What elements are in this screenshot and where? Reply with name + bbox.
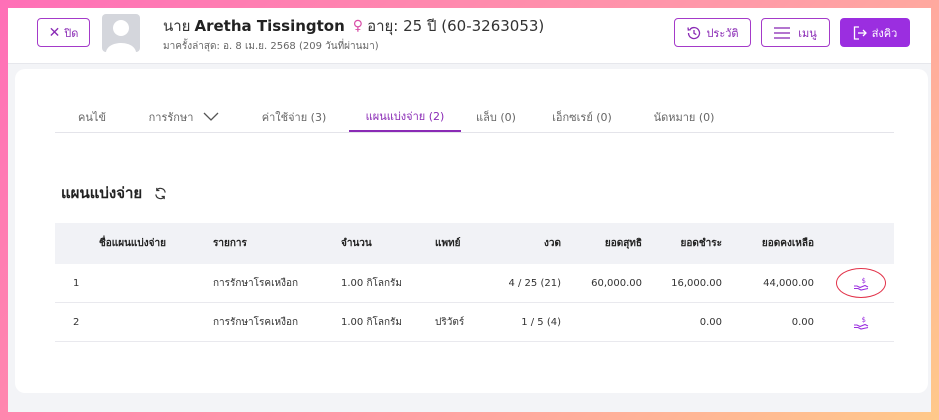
app-frame: ✕ ปิด นาย Aretha Tissington ♀ อายุ: 25 ป… — [8, 8, 931, 412]
row-net-amount — [561, 303, 642, 341]
svg-text:$: $ — [862, 316, 866, 324]
patient-tabs: คนไข้ การรักษา ค่าใช้จ่าย (3) แผนแบ่งจ่า… — [55, 101, 894, 133]
section-title-text: แผนแบ่งจ่าย — [61, 184, 143, 202]
avatar — [102, 14, 140, 52]
table-header: ชื่อแผนแบ่งจ่าย รายการ จำนวน แพทย์ งวด ย… — [55, 223, 894, 264]
menu-button-label: เมนู — [798, 26, 817, 40]
row-remaining-amount: 44,000.00 — [763, 277, 814, 289]
section-title: แผนแบ่งจ่าย — [61, 181, 167, 205]
menu-button[interactable]: เมนู — [761, 18, 830, 47]
tab-expenses[interactable]: ค่าใช้จ่าย (3) — [239, 101, 349, 132]
hamburger-icon — [774, 26, 791, 39]
close-button-label: ปิด — [64, 26, 79, 40]
tab-appointment[interactable]: นัดหมาย (0) — [633, 101, 735, 132]
send-queue-button-label: ส่งคิว — [871, 26, 898, 40]
tab-label: คนไข้ — [78, 110, 106, 124]
history-button[interactable]: ประวัติ — [674, 18, 751, 47]
close-button[interactable]: ✕ ปิด — [37, 18, 90, 47]
table-row: 1 การรักษาโรคเหงือก 1.00 กิโลกรัม 4 / 25… — [55, 264, 894, 303]
table-row: 2 การรักษาโรคเหงือก 1.00 กิโลกรัม ปริวัต… — [55, 303, 894, 342]
row-remaining-amount: 0.00 — [791, 316, 814, 328]
tab-label: แผนแบ่งจ่าย (2) — [365, 109, 445, 123]
chevron-down-icon — [203, 112, 219, 122]
row-doctor: ปริวัตร์ — [435, 316, 465, 328]
tab-treatment[interactable]: การรักษา — [129, 101, 239, 132]
patient-name: Aretha Tissington — [194, 17, 345, 35]
row-index: 1 — [73, 277, 80, 289]
row-paid-amount: 16,000.00 — [671, 277, 722, 289]
tab-label: นัดหมาย (0) — [653, 110, 715, 124]
row-item: การรักษาโรคเหงือก — [213, 277, 299, 289]
send-queue-button[interactable]: ส่งคิว — [840, 18, 910, 47]
pay-hand-icon[interactable]: $ — [841, 264, 881, 302]
tab-lab[interactable]: แล็บ (0) — [461, 101, 531, 132]
tab-xray[interactable]: เอ็กซเรย์ (0) — [531, 101, 633, 132]
row-installment: 1 / 5 (4) — [521, 316, 561, 328]
row-quantity: 1.00 กิโลกรัม — [341, 277, 403, 289]
header-remaining-amount: ยอดคงเหลือ — [761, 238, 814, 249]
pay-hand-icon[interactable]: $ — [841, 303, 881, 341]
tab-installment-plan[interactable]: แผนแบ่งจ่าย (2) — [349, 101, 461, 132]
header-installment: งวด — [544, 238, 561, 249]
content-card: คนไข้ การรักษา ค่าใช้จ่าย (3) แผนแบ่งจ่า… — [15, 69, 928, 393]
svg-text:$: $ — [862, 277, 866, 285]
header-net-amount: ยอดสุทธิ — [604, 238, 642, 249]
history-button-label: ประวัติ — [706, 26, 739, 40]
row-paid-amount: 0.00 — [699, 316, 722, 328]
row-item: การรักษาโรคเหงือก — [213, 316, 299, 328]
header-plan-name: ชื่อแผนแบ่งจ่าย — [99, 238, 166, 249]
row-index: 2 — [73, 316, 80, 328]
row-installment: 4 / 25 (21) — [508, 277, 561, 289]
installment-table: ชื่อแผนแบ่งจ่าย รายการ จำนวน แพทย์ งวด ย… — [55, 223, 894, 342]
tab-label: เอ็กซเรย์ (0) — [552, 110, 612, 124]
refresh-icon[interactable] — [154, 187, 167, 200]
last-visit-text: มาครั้งล่าสุด: อ. 8 เม.ย. 2568 (209 วันท… — [163, 41, 379, 52]
tab-label: แล็บ (0) — [476, 110, 516, 124]
row-net-amount: 60,000.00 — [591, 277, 642, 289]
patient-prefix: นาย — [163, 17, 191, 35]
history-icon — [686, 25, 702, 41]
tab-label: การรักษา — [148, 110, 194, 124]
header-item: รายการ — [213, 238, 247, 249]
header-doctor: แพทย์ — [435, 238, 461, 249]
female-icon: ♀ — [352, 18, 364, 34]
patient-age: อายุ: 25 ปี (60-3263053) — [367, 17, 545, 35]
send-queue-icon — [853, 25, 867, 40]
patient-header: ✕ ปิด นาย Aretha Tissington ♀ อายุ: 25 ป… — [8, 8, 931, 64]
tab-label: ค่าใช้จ่าย (3) — [261, 110, 327, 124]
close-icon: ✕ — [48, 24, 61, 41]
tab-patient[interactable]: คนไข้ — [55, 101, 129, 132]
patient-name-line: นาย Aretha Tissington ♀ อายุ: 25 ปี (60-… — [163, 16, 544, 36]
row-quantity: 1.00 กิโลกรัม — [341, 316, 403, 328]
header-paid-amount: ยอดชำระ — [680, 238, 722, 249]
header-quantity: จำนวน — [341, 238, 372, 249]
